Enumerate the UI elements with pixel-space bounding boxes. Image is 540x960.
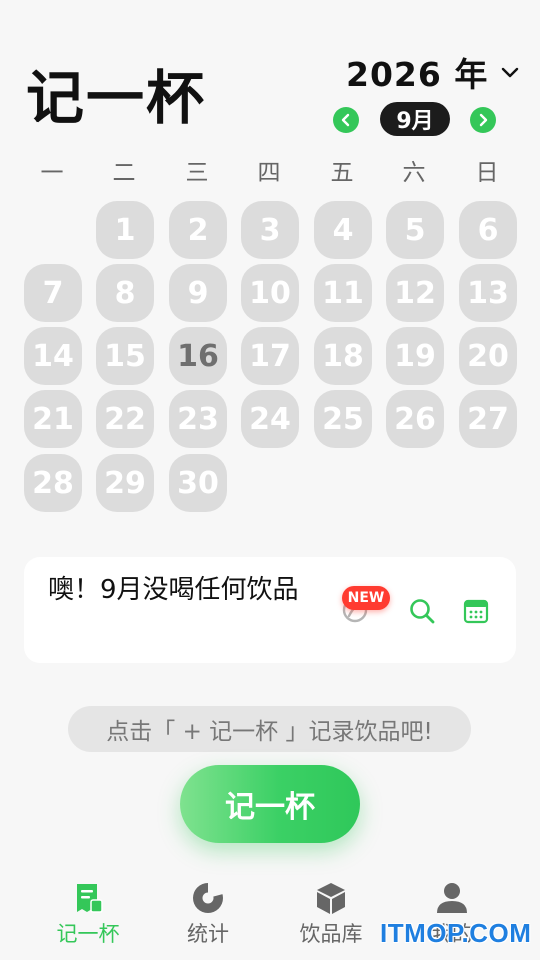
record-drink-button[interactable]: 记一杯	[180, 765, 360, 843]
calendar-day[interactable]: 1	[96, 201, 154, 259]
calendar-day[interactable]: 6	[459, 201, 517, 259]
prev-month-button[interactable]	[333, 107, 359, 133]
month-navigator: 9月	[333, 102, 497, 136]
calendar-day[interactable]: 10	[241, 264, 299, 322]
new-badge: NEW	[342, 586, 390, 610]
chevron-left-icon	[341, 113, 350, 127]
calendar-day[interactable]: 29	[96, 454, 154, 512]
calendar-day[interactable]: 19	[386, 327, 444, 385]
chevron-right-icon	[479, 113, 488, 127]
weekday-label: 三	[185, 160, 209, 186]
calendar-day[interactable]: 22	[96, 390, 154, 448]
hint-text: 点击「 + 记一杯 」记录饮品吧!	[68, 706, 471, 752]
weekday-label: 二	[112, 160, 136, 186]
cup-record-icon	[77, 884, 103, 913]
weekday-label: 六	[402, 160, 426, 186]
calendar-day[interactable]: 27	[459, 390, 517, 448]
person-icon	[437, 883, 467, 913]
year-selector[interactable]: 2026 年	[346, 48, 522, 96]
tab-record[interactable]: 记一杯	[33, 872, 143, 960]
chevron-down-icon	[502, 67, 519, 78]
calendar-day[interactable]: 12	[386, 264, 444, 322]
watermark: ITMOP.COM	[380, 918, 532, 948]
tab-label: 记一杯	[56, 922, 120, 946]
app-title: 记一杯	[26, 64, 207, 132]
calendar-day[interactable]: 17	[241, 327, 299, 385]
calendar-day[interactable]: 24	[241, 390, 299, 448]
weekday-label: 一	[40, 160, 64, 186]
notice-text: 噢！9月没喝任何饮品	[48, 575, 299, 605]
calendar-day[interactable]: 3	[241, 201, 299, 259]
calendar-day[interactable]: 30	[169, 454, 227, 512]
calendar-day[interactable]: 14	[24, 327, 82, 385]
calendar-day[interactable]: 18	[314, 327, 372, 385]
calendar-day[interactable]: 5	[386, 201, 444, 259]
calendar-day[interactable]: 23	[169, 390, 227, 448]
calendar-day[interactable]: 13	[459, 264, 517, 322]
calendar-day[interactable]: 2	[169, 201, 227, 259]
tab-label: 饮品库	[299, 922, 363, 946]
box-icon	[317, 883, 345, 914]
month-label[interactable]: 9月	[380, 102, 450, 136]
weekday-label: 五	[330, 160, 354, 186]
notice-card: 噢！9月没喝任何饮品 NEW	[24, 557, 516, 663]
calendar-day[interactable]: 11	[314, 264, 372, 322]
tab-label: 统计	[187, 922, 229, 946]
calendar-day[interactable]: 15	[96, 327, 154, 385]
calendar-day[interactable]: 28	[24, 454, 82, 512]
year-label: 2026 年	[346, 55, 489, 94]
calendar-day[interactable]: 9	[169, 264, 227, 322]
weekday-header: 一 二 三 四 五 六 日	[16, 152, 524, 188]
weekday-label: 日	[475, 160, 499, 186]
calendar-day[interactable]: 21	[24, 390, 82, 448]
calendar-day-today[interactable]: 16	[169, 327, 227, 385]
tab-drink-library[interactable]: 饮品库	[276, 872, 386, 960]
calendar-day[interactable]: 20	[459, 327, 517, 385]
calendar-icon[interactable]	[462, 597, 490, 625]
calendar-day[interactable]: 8	[96, 264, 154, 322]
weekday-label: 四	[257, 160, 281, 186]
calendar-day[interactable]: 7	[24, 264, 82, 322]
calendar-day[interactable]: 26	[386, 390, 444, 448]
tab-statistics[interactable]: 统计	[153, 872, 263, 960]
next-month-button[interactable]	[470, 107, 496, 133]
calendar-day[interactable]: 4	[314, 201, 372, 259]
calendar-day[interactable]: 25	[314, 390, 372, 448]
search-icon[interactable]	[408, 597, 436, 625]
pie-chart-icon	[193, 882, 223, 913]
